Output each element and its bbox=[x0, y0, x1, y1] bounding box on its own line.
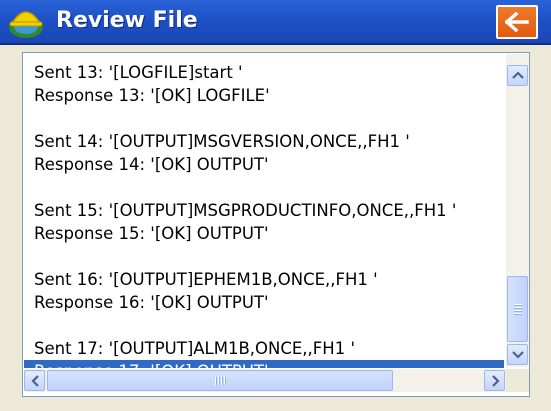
sent-line: Sent 13: '[LOGFILE]start ' bbox=[34, 63, 243, 82]
sent-line: Sent 14: '[OUTPUT]MSGVERSION,ONCE,,FH1 ' bbox=[34, 132, 410, 151]
scroll-down-button[interactable] bbox=[507, 344, 528, 365]
selected-line: Response 17: '[OK] OUTPUT' bbox=[34, 360, 269, 368]
title-bar: Review File bbox=[0, 0, 551, 45]
response-line: Response 13: '[OK] LOGFILE' bbox=[34, 86, 270, 105]
horizontal-scroll-thumb[interactable] bbox=[47, 370, 393, 391]
scroll-up-button[interactable] bbox=[507, 65, 528, 86]
vertical-scrollbar[interactable] bbox=[506, 54, 529, 367]
scroll-right-button[interactable] bbox=[484, 370, 505, 391]
log-entry: Sent 15: '[OUTPUT]MSGPRODUCTINFO,ONCE,,F… bbox=[34, 199, 504, 245]
sent-line: Sent 16: '[OUTPUT]EPHEM1B,ONCE,,FH1 ' bbox=[34, 270, 378, 289]
log-text-panel[interactable]: Sent 13: '[LOGFILE]start ' Response 13: … bbox=[22, 52, 530, 397]
scroll-left-button[interactable] bbox=[24, 370, 45, 391]
log-entry: Sent 17: '[OUTPUT]ALM1B,ONCE,,FH1 ' bbox=[34, 337, 504, 360]
log-entry: Sent 14: '[OUTPUT]MSGVERSION,ONCE,,FH1 '… bbox=[34, 130, 504, 176]
scrollbar-corner bbox=[506, 369, 529, 392]
window-title: Review File bbox=[56, 8, 198, 33]
chevron-down-icon bbox=[512, 351, 524, 359]
back-arrow-icon bbox=[505, 12, 529, 32]
back-button[interactable] bbox=[496, 5, 538, 39]
horizontal-scrollbar[interactable] bbox=[24, 369, 506, 392]
log-entry: Sent 16: '[OUTPUT]EPHEM1B,ONCE,,FH1 ' Re… bbox=[34, 268, 504, 314]
log-entry: Sent 13: '[LOGFILE]start ' Response 13: … bbox=[34, 61, 504, 107]
sent-line: Sent 15: '[OUTPUT]MSGPRODUCTINFO,ONCE,,F… bbox=[34, 201, 457, 220]
hardhat-globe-icon bbox=[6, 5, 46, 41]
chevron-right-icon bbox=[492, 375, 500, 387]
response-line: Response 16: '[OK] OUTPUT' bbox=[34, 293, 269, 312]
chevron-up-icon bbox=[512, 71, 524, 79]
chevron-left-icon bbox=[31, 375, 39, 387]
sent-line: Sent 17: '[OUTPUT]ALM1B,ONCE,,FH1 ' bbox=[34, 339, 355, 358]
response-line: Response 14: '[OK] OUTPUT' bbox=[34, 155, 269, 174]
vertical-scroll-thumb[interactable] bbox=[507, 276, 528, 342]
log-content: Sent 13: '[LOGFILE]start ' Response 13: … bbox=[34, 61, 504, 369]
response-line: Response 15: '[OK] OUTPUT' bbox=[34, 224, 269, 243]
